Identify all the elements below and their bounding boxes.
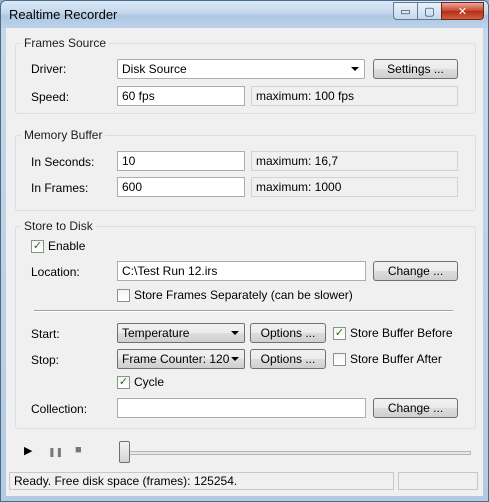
status-pane-empty <box>398 472 478 490</box>
collection-label: Collection: <box>31 402 88 416</box>
store-separately-checkbox[interactable]: Store Frames Separately (can be slower) <box>117 288 353 302</box>
store-buffer-after-label: Store Buffer After <box>350 352 442 366</box>
minimize-icon: ▭ <box>400 5 411 18</box>
maximize-icon: ▢ <box>424 5 435 18</box>
chevron-down-icon <box>351 67 359 71</box>
location-change-button[interactable]: Change ... <box>373 261 458 281</box>
speed-max: maximum: 100 fps <box>251 86 458 106</box>
frames-input[interactable]: 600 <box>117 177 245 197</box>
start-select[interactable]: Temperature <box>117 323 245 343</box>
position-slider-track[interactable] <box>126 451 471 455</box>
frames-source-title: Frames Source <box>21 36 110 50</box>
checkbox-empty-icon <box>333 352 346 366</box>
cycle-checkbox[interactable]: ✓ Cycle <box>117 375 164 389</box>
stop-value: Frame Counter: 120 <box>122 352 230 366</box>
speed-label: Speed: <box>31 90 70 104</box>
checkbox-empty-icon <box>117 288 130 302</box>
location-input[interactable]: C:\Test Run 12.irs <box>117 261 366 281</box>
enable-checkbox[interactable]: ✓ Enable <box>31 239 85 253</box>
start-label: Start: <box>31 327 60 341</box>
checkmark-icon: ✓ <box>117 375 130 389</box>
close-icon: ✕ <box>457 5 468 18</box>
driver-select[interactable]: Disk Source <box>117 59 365 79</box>
minimize-button[interactable]: ▭ <box>393 2 418 20</box>
start-options-button[interactable]: Options ... <box>250 323 326 343</box>
store-buffer-after-checkbox[interactable]: Store Buffer After <box>333 352 442 366</box>
checkmark-icon: ✓ <box>31 239 44 253</box>
play-icon[interactable]: ▶ <box>24 444 32 457</box>
collection-change-button[interactable]: Change ... <box>373 398 458 418</box>
maximize-button[interactable]: ▢ <box>417 2 442 20</box>
pause-icon[interactable]: ❚❚ <box>48 447 63 458</box>
frames-max: maximum: 1000 <box>251 177 458 197</box>
settings-button[interactable]: Settings ... <box>373 59 458 79</box>
chevron-down-icon <box>231 331 239 335</box>
store-buffer-before-checkbox[interactable]: ✓ Store Buffer Before <box>333 326 453 340</box>
seconds-label: In Seconds: <box>31 155 95 169</box>
position-slider-thumb[interactable] <box>119 441 130 463</box>
seconds-max: maximum: 16,7 <box>251 151 458 171</box>
driver-value: Disk Source <box>122 62 187 76</box>
store-buffer-before-label: Store Buffer Before <box>350 326 453 340</box>
memory-buffer-group: Memory Buffer <box>15 128 476 211</box>
status-text: Ready. Free disk space (frames): 125254. <box>9 472 394 490</box>
cycle-label: Cycle <box>134 375 165 389</box>
enable-label: Enable <box>48 239 86 253</box>
store-separately-label: Store Frames Separately (can be slower) <box>134 288 353 302</box>
memory-buffer-title: Memory Buffer <box>21 128 106 142</box>
location-label: Location: <box>31 265 80 279</box>
stop-label: Stop: <box>31 353 60 367</box>
seconds-input[interactable]: 10 <box>117 151 245 171</box>
checkmark-icon: ✓ <box>333 326 346 340</box>
start-value: Temperature <box>122 326 190 340</box>
client-area: Frames Source Driver: Disk Source Settin… <box>6 28 483 496</box>
close-button[interactable]: ✕ <box>441 2 484 20</box>
recorder-window: Realtime Recorder ▭ ▢ ✕ Frames Source Dr… <box>0 0 489 502</box>
speed-input[interactable]: 60 fps <box>117 86 245 106</box>
stop-options-button[interactable]: Options ... <box>250 349 326 369</box>
store-to-disk-title: Store to Disk <box>21 219 96 233</box>
stop-icon[interactable]: ■ <box>75 444 82 456</box>
title-bar[interactable]: Realtime Recorder ▭ ▢ ✕ <box>1 1 488 28</box>
driver-label: Driver: <box>31 62 67 76</box>
chevron-down-icon <box>231 357 239 361</box>
stop-select[interactable]: Frame Counter: 120 <box>117 349 245 369</box>
frames-label: In Frames: <box>31 181 89 195</box>
collection-input[interactable] <box>117 398 366 418</box>
separator <box>34 310 453 312</box>
status-bar: Ready. Free disk space (frames): 125254. <box>6 468 483 496</box>
window-title: Realtime Recorder <box>9 7 118 22</box>
